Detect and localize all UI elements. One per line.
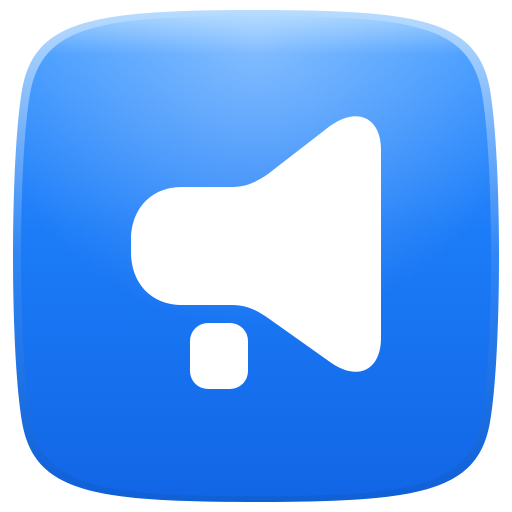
app-icon-canvas (0, 0, 512, 512)
app-icon[interactable] (0, 0, 512, 512)
megaphone-handle (190, 323, 248, 389)
